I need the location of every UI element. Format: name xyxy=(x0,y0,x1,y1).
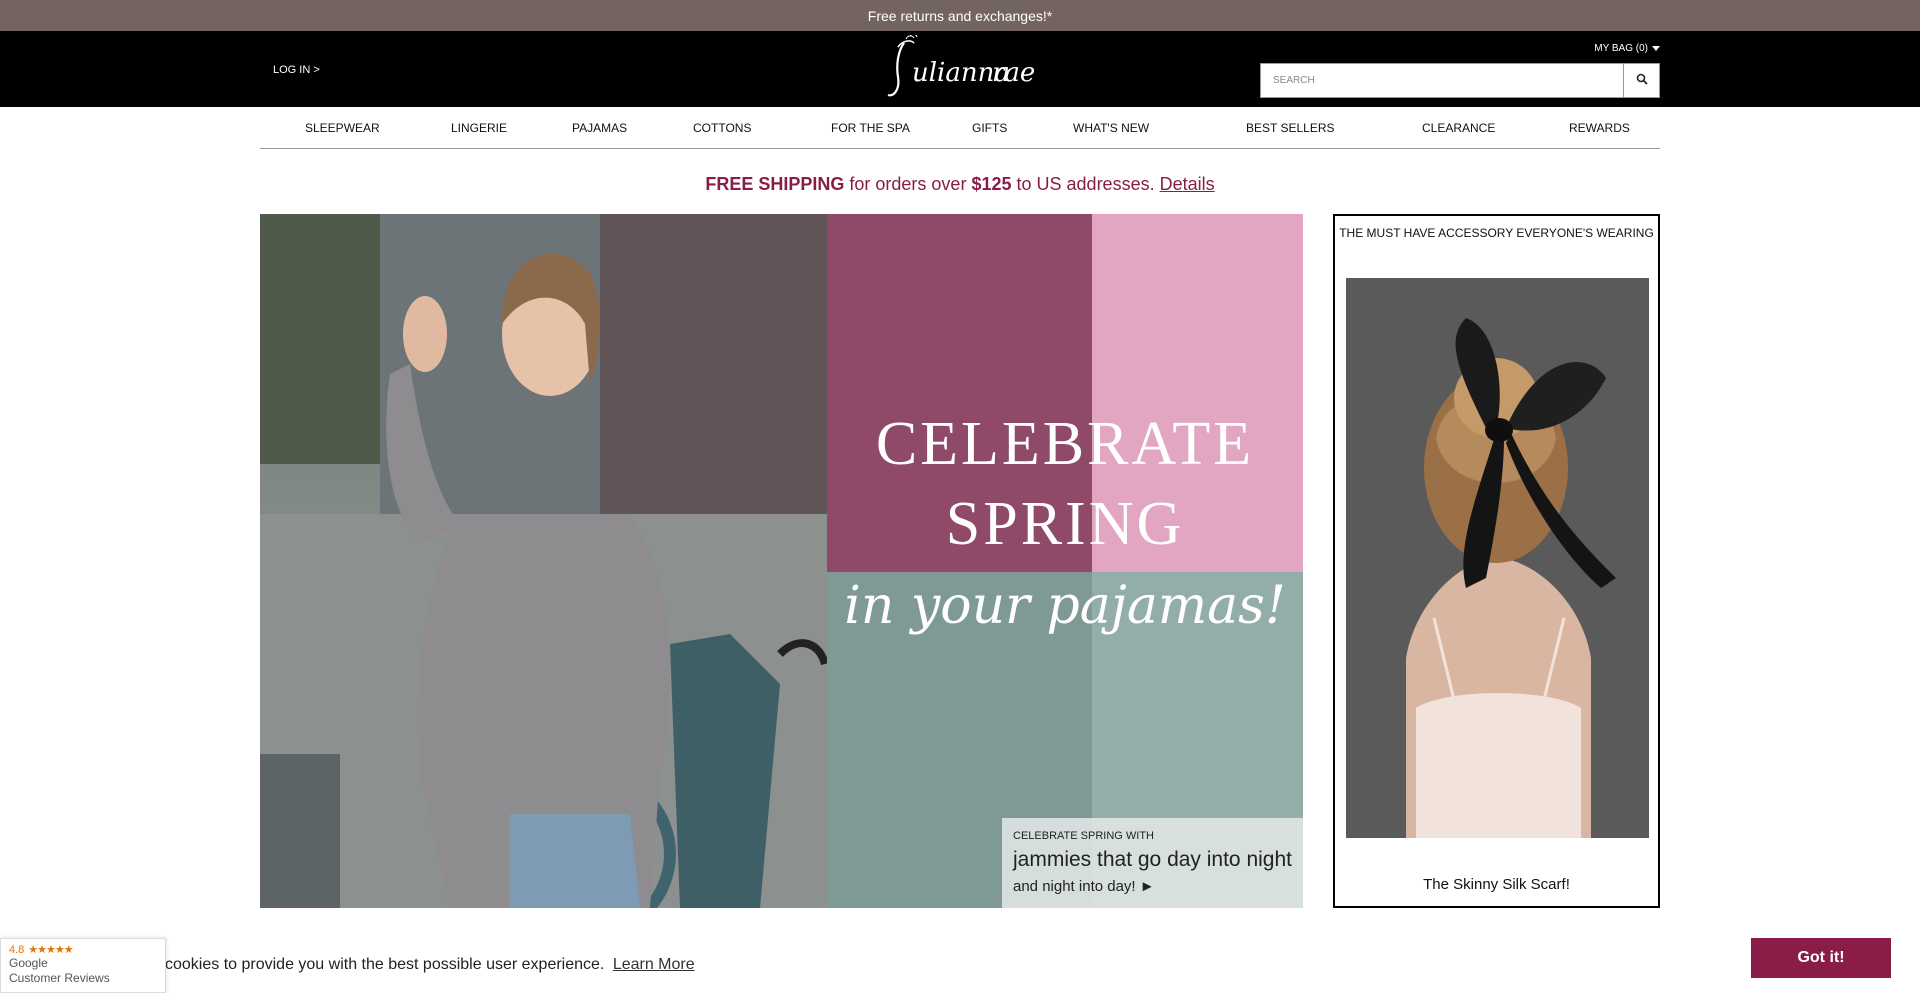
hero-headline-line2: SPRING xyxy=(945,490,1185,558)
bag-label: MY BAG (0) xyxy=(1594,43,1648,54)
cookie-accept-button[interactable]: Got it! xyxy=(1751,938,1891,978)
hero-script: in your pajamas! xyxy=(844,576,1286,636)
hero-caption[interactable]: CELEBRATE SPRING WITH jammies that go da… xyxy=(1002,818,1303,908)
accessory-card[interactable]: THE MUST HAVE ACCESSORY EVERYONE'S WEARI… xyxy=(1333,214,1660,908)
cookie-banner: cookies to provide you with the best pos… xyxy=(0,938,1920,993)
nav-item-sleepwear[interactable]: SLEEPWEAR xyxy=(305,121,380,135)
search-bar xyxy=(1260,63,1660,98)
login-link[interactable]: LOG IN > xyxy=(273,64,320,76)
search-input[interactable] xyxy=(1261,64,1623,97)
nav-item-for-the-spa[interactable]: FOR THE SPA xyxy=(831,121,910,135)
shipping-bold-label: FREE SHIPPING xyxy=(705,174,845,194)
google-reviews-badge[interactable]: 4.8 ★★★★★ Google Customer Reviews xyxy=(0,938,166,993)
hero-caption-link[interactable]: and night into day! ► xyxy=(1013,878,1292,895)
rating-value: 4.8 xyxy=(9,943,25,956)
cookie-text: cookies to provide you with the best pos… xyxy=(165,956,605,973)
hero-headline: CELEBRATE SPRING xyxy=(827,404,1303,564)
nav-item-gifts[interactable]: GIFTS xyxy=(972,121,1007,135)
svg-text:rae: rae xyxy=(992,58,1035,88)
hero-photo xyxy=(260,214,829,908)
site-header: LOG IN > ulianna rae MY BAG (0) xyxy=(0,31,1920,107)
shipping-details-link[interactable]: Details xyxy=(1160,174,1215,194)
search-icon xyxy=(1636,73,1648,88)
nav-item-cottons[interactable]: COTTONS xyxy=(693,121,751,135)
shipping-threshold: $125 xyxy=(971,174,1012,194)
nav-item-whats-new[interactable]: WHAT'S NEW xyxy=(1073,121,1149,135)
hero-caption-large: jammies that go day into night xyxy=(1013,848,1292,871)
hero-banner[interactable]: CELEBRATE SPRING in your pajamas! CELEBR… xyxy=(260,214,1303,908)
google-label: Google xyxy=(9,956,48,970)
nav-item-pajamas[interactable]: PAJAMAS xyxy=(572,121,627,135)
hero-caption-small: CELEBRATE SPRING WITH xyxy=(1013,830,1154,842)
main-nav: SLEEPWEAR LINGERIE PAJAMAS COTTONS FOR T… xyxy=(260,108,1660,149)
nav-item-best-sellers[interactable]: BEST SELLERS xyxy=(1246,121,1335,135)
hero-headline-line1: CELEBRATE xyxy=(875,410,1255,478)
shipping-banner: FREE SHIPPING for orders over $125 to US… xyxy=(0,174,1920,195)
promo-text: Free returns and exchanges!* xyxy=(867,7,1053,24)
star-icons: ★★★★★ xyxy=(28,944,73,956)
chevron-down-icon xyxy=(1652,46,1660,51)
nav-item-rewards[interactable]: REWARDS xyxy=(1569,121,1630,135)
customer-reviews-label: Customer Reviews xyxy=(9,971,110,985)
promo-bar: Free returns and exchanges!* xyxy=(0,0,1920,31)
scarf-product-image[interactable] xyxy=(1346,278,1649,838)
nav-item-lingerie[interactable]: LINGERIE xyxy=(451,121,507,135)
cookie-learn-more-link[interactable]: Learn More xyxy=(613,956,695,973)
shipping-text-1: for orders over xyxy=(849,174,967,194)
cookie-message: cookies to provide you with the best pos… xyxy=(165,956,695,974)
nav-item-clearance[interactable]: CLEARANCE xyxy=(1422,121,1495,135)
shipping-text-2: to US addresses. xyxy=(1016,174,1155,194)
rating-row: 4.8 ★★★★★ xyxy=(9,943,157,957)
bag-link[interactable]: MY BAG (0) xyxy=(1594,43,1660,54)
brand-logo[interactable]: ulianna rae xyxy=(884,35,1036,101)
accessory-card-caption[interactable]: The Skinny Silk Scarf! xyxy=(1335,876,1658,893)
accessory-card-title: THE MUST HAVE ACCESSORY EVERYONE'S WEARI… xyxy=(1339,226,1654,240)
search-button[interactable] xyxy=(1623,64,1659,97)
